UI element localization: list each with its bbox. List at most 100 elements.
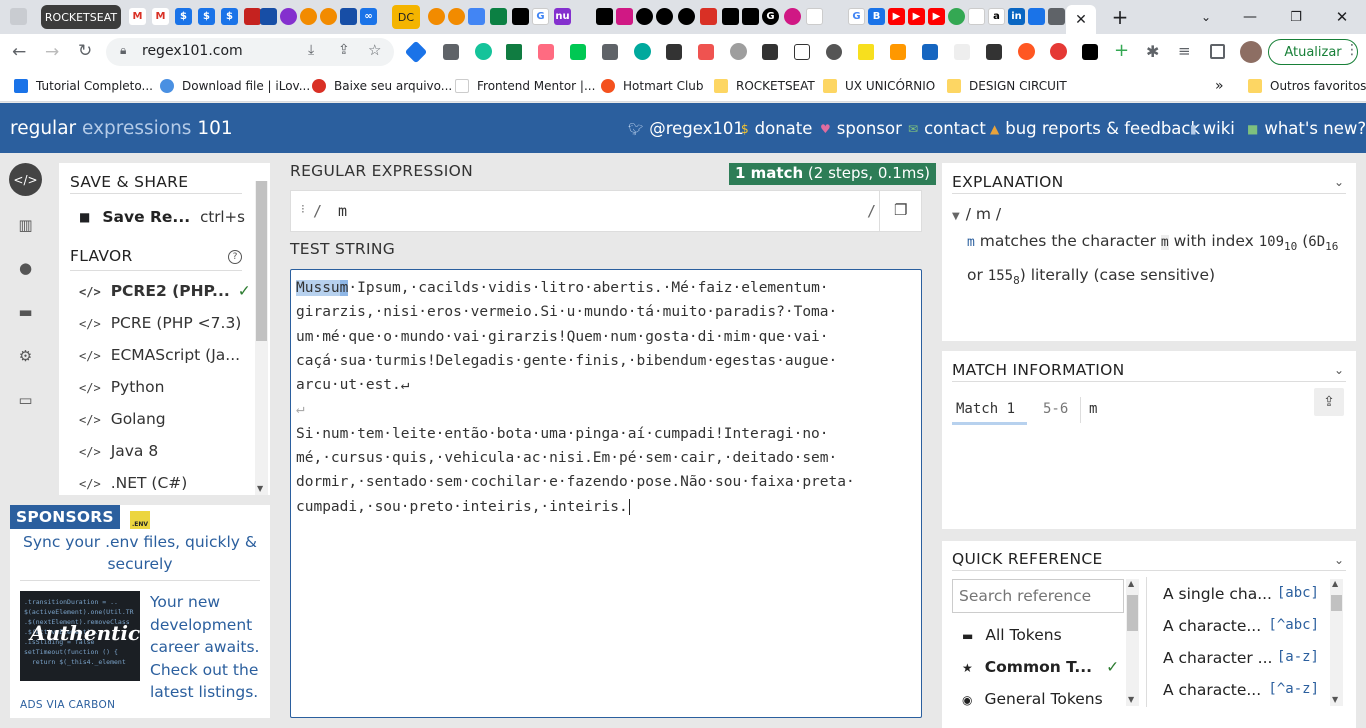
ad-link[interactable]: Your new development career awaits. Chec… — [150, 591, 266, 704]
ext-icon-9[interactable] — [762, 44, 778, 60]
app-icon-16[interactable] — [806, 8, 823, 25]
maximize-icon[interactable]: ❐ — [1286, 5, 1306, 29]
app-icon[interactable] — [244, 8, 261, 25]
side-panel-icon[interactable] — [1210, 44, 1225, 59]
user-icon[interactable]: ● — [9, 251, 42, 284]
app-icon-7[interactable] — [512, 8, 529, 25]
drag-handle-icon[interactable]: ⁝ — [301, 202, 305, 216]
bookmark-item[interactable]: Hotmart Club — [601, 76, 704, 96]
scrollbar-thumb[interactable] — [1331, 595, 1342, 611]
ref-token-row[interactable]: A characte... [^abc] — [1163, 617, 1319, 635]
reference-search-input[interactable] — [952, 579, 1124, 613]
tab-dc[interactable]: DC — [392, 5, 420, 29]
nav-sponsor[interactable]: ♥ sponsor — [820, 119, 902, 138]
bookmark-folder[interactable]: DESIGN CIRCUIT — [947, 76, 1067, 96]
flavor-pcre[interactable]: </> PCRE (PHP <7.3) — [79, 314, 241, 332]
chevron-down-icon[interactable]: ⌄ — [1334, 553, 1344, 567]
google-icon-2[interactable]: G — [848, 8, 865, 25]
app-icon-4[interactable] — [340, 8, 357, 25]
media-icon[interactable]: ≡ — [1178, 42, 1191, 60]
ext-icon-11[interactable] — [826, 44, 842, 60]
js-icon[interactable] — [858, 44, 874, 60]
apps-icon[interactable] — [10, 8, 27, 25]
ad-image[interactable]: .transitionDuration = .. $(activeElement… — [20, 591, 140, 681]
tab-search-icon[interactable]: ⌄ — [1196, 5, 1216, 29]
scroll-up-icon[interactable]: ▲ — [1332, 579, 1338, 588]
app-icon-8[interactable]: nu — [554, 8, 571, 25]
app-icon-19[interactable] — [968, 8, 985, 25]
close-tab-icon[interactable]: ✕ — [1066, 5, 1096, 34]
flavor-pcre2[interactable]: </> PCRE2 (PHP... ✓ — [79, 282, 251, 300]
ext-icon-7[interactable] — [698, 44, 714, 60]
dollar-icon[interactable]: $ — [175, 8, 192, 25]
grammarly-icon[interactable] — [475, 43, 492, 60]
extensions-puzzle-icon[interactable]: ✱ — [1146, 42, 1159, 61]
ads-via-carbon-link[interactable]: ADS VIA CARBON — [20, 699, 115, 711]
help-icon[interactable]: ? — [228, 250, 242, 264]
avatar[interactable] — [1240, 41, 1262, 63]
ref-token-row[interactable]: A character ... [a-z] — [1163, 649, 1319, 667]
flavor-java[interactable]: </> Java 8 — [79, 442, 158, 460]
nav-donate[interactable]: $ donate — [741, 119, 812, 138]
bookmark-item[interactable]: Download file | iLov... — [160, 76, 310, 96]
github-icon[interactable] — [636, 8, 653, 25]
window-close-icon[interactable]: ✕ — [1332, 5, 1352, 29]
nav-twitter[interactable]: 🐦︎ @regex101 — [628, 119, 744, 138]
ref-token-row[interactable]: A characte... [^a-z] — [1163, 681, 1319, 699]
back-icon[interactable]: ← — [12, 42, 26, 62]
app-icon-20[interactable] — [1028, 8, 1045, 25]
nav-wiki[interactable]: ▮ wiki — [1190, 119, 1235, 138]
fire-icon-4[interactable] — [448, 8, 465, 25]
other-favorites-folder[interactable]: Outros favoritos — [1248, 76, 1366, 96]
fire-icon-2[interactable] — [320, 8, 337, 25]
ref-token-scrollbar[interactable]: ▲ ▼ — [1330, 579, 1343, 706]
app-icon-3[interactable] — [280, 8, 297, 25]
ext-icon-13[interactable] — [922, 44, 938, 60]
notion-icon[interactable] — [1082, 44, 1098, 60]
app-icon-17[interactable]: B — [868, 8, 885, 25]
bookmark-star-icon[interactable]: ☆ — [368, 41, 381, 59]
ext-icon-10[interactable] — [794, 44, 810, 60]
flavor-python[interactable]: </> Python — [79, 378, 164, 396]
app-icon-10[interactable] — [616, 8, 633, 25]
ext-icon-16[interactable] — [1018, 43, 1035, 60]
regex-delimiter-close[interactable]: / — [867, 202, 876, 220]
share-icon[interactable]: ⇪ — [338, 42, 350, 58]
loop-icon[interactable]: ∞ — [360, 8, 377, 25]
gmail-icon[interactable]: M — [129, 8, 146, 25]
menu-icon[interactable]: ⋮ — [1345, 42, 1359, 58]
app-icon-2[interactable] — [260, 8, 277, 25]
minimize-icon[interactable]: — — [1240, 5, 1260, 29]
app-icon-18[interactable] — [948, 8, 965, 25]
new-tab-icon[interactable]: + — [1108, 5, 1132, 29]
dollar-icon-3[interactable]: $ — [221, 8, 238, 25]
nav-whats-new[interactable]: ■ what's new? — [1247, 119, 1366, 138]
app-icon-15[interactable] — [784, 8, 801, 25]
ref-category-all[interactable]: ▬ All Tokens — [962, 626, 1062, 644]
ext-icon-15[interactable] — [986, 44, 1002, 60]
google-icon[interactable]: G — [532, 8, 549, 25]
scrollbar-thumb[interactable] — [1127, 595, 1138, 631]
fire-icon-3[interactable] — [428, 8, 445, 25]
bookmark-item[interactable]: Frontend Mentor |... — [455, 76, 595, 96]
ext-pen-icon[interactable] — [404, 40, 428, 64]
app-icon-6[interactable] — [490, 8, 507, 25]
chevron-down-icon[interactable]: ⌄ — [1334, 175, 1344, 189]
app-icon-5[interactable] — [468, 8, 485, 25]
amazon-icon[interactable]: a — [988, 8, 1005, 25]
ext-icon-8[interactable] — [730, 43, 747, 60]
scroll-up-icon[interactable]: ▲ — [1128, 579, 1134, 588]
ref-category-scrollbar[interactable]: ▲ ▼ — [1126, 579, 1139, 706]
app-icon-9[interactable] — [596, 8, 613, 25]
settings-icon[interactable]: ⚙ — [9, 339, 42, 372]
install-icon[interactable]: ⤓ — [308, 42, 314, 58]
bookmark-item[interactable]: Tutorial Completo... — [14, 76, 153, 96]
scroll-down-icon[interactable]: ▼ — [257, 484, 263, 493]
omnibox[interactable]: 🔒︎ regex101.com ⤓ ⇪ ☆ — [106, 38, 394, 66]
ext-icon-17[interactable] — [1050, 43, 1067, 60]
left-scrollbar[interactable]: ▲ ▼ — [255, 181, 268, 495]
ext-icon[interactable] — [443, 44, 459, 60]
env-sponsor-link[interactable]: Sync your .env files, quickly & securely — [22, 531, 258, 575]
ext-icon-2[interactable] — [538, 44, 554, 60]
reload-icon[interactable]: ↻ — [78, 41, 92, 61]
